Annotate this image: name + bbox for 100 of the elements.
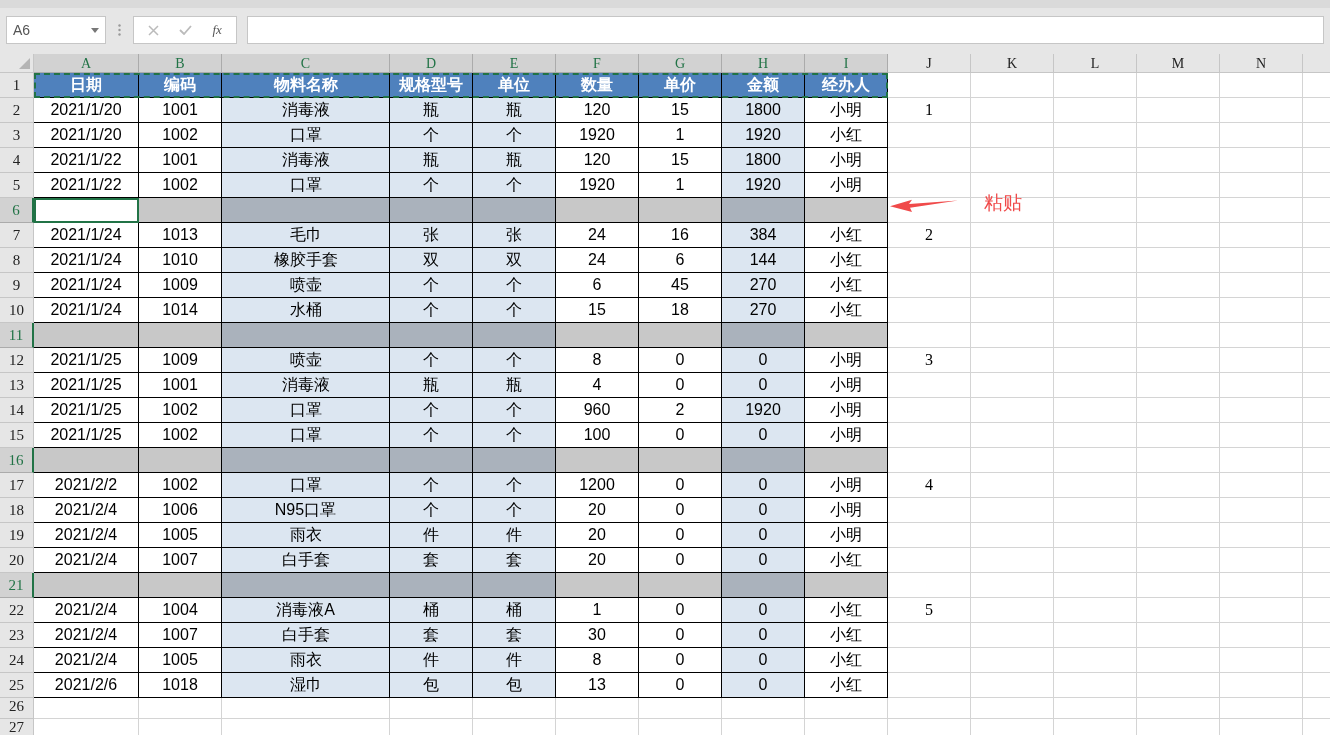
table-cell: 0 (639, 473, 722, 498)
row-number[interactable]: 17 (0, 473, 34, 498)
table-cell: 1800 (722, 148, 805, 173)
table-cell: 套 (473, 623, 556, 648)
table-cell: 小红 (805, 648, 888, 673)
table-cell: 20 (556, 523, 639, 548)
table-cell: 2 (888, 223, 971, 248)
column-letter[interactable]: K (971, 54, 1054, 73)
column-letter[interactable]: D (390, 54, 473, 73)
table-cell: 1004 (139, 598, 222, 623)
table-cell: 小明 (805, 173, 888, 198)
row-number[interactable]: 25 (0, 673, 34, 698)
table-cell: 1010 (139, 248, 222, 273)
column-letter[interactable]: B (139, 54, 222, 73)
row-number[interactable]: 13 (0, 373, 34, 398)
table-cell: 2021/2/4 (34, 598, 139, 623)
row-number[interactable]: 6 (0, 198, 34, 223)
table-cell: 个 (390, 498, 473, 523)
table-cell: 口罩 (222, 423, 390, 448)
table-cell: 0 (639, 423, 722, 448)
table-cell: 小红 (805, 598, 888, 623)
table-cell: 6 (556, 273, 639, 298)
table-cell: 包 (473, 673, 556, 698)
header-cell: 规格型号 (390, 73, 473, 98)
checkmark-icon[interactable] (179, 25, 193, 35)
table-cell: 个 (390, 398, 473, 423)
row-number[interactable]: 4 (0, 148, 34, 173)
column-letter[interactable]: H (722, 54, 805, 73)
row-number[interactable]: 8 (0, 248, 34, 273)
column-letter[interactable]: C (222, 54, 390, 73)
row-number[interactable]: 26 (0, 698, 34, 719)
row-number[interactable]: 9 (0, 273, 34, 298)
table-cell: 小明 (805, 423, 888, 448)
close-icon[interactable] (148, 24, 160, 36)
column-letter[interactable]: E (473, 54, 556, 73)
row-number[interactable]: 10 (0, 298, 34, 323)
table-cell: 1005 (139, 523, 222, 548)
table-cell: 270 (722, 298, 805, 323)
name-box[interactable]: A6 (6, 16, 106, 44)
row-number[interactable]: 3 (0, 123, 34, 148)
row-number[interactable]: 2 (0, 98, 34, 123)
column-letter[interactable]: J (888, 54, 971, 73)
table-cell: 1002 (139, 123, 222, 148)
table-cell: 1001 (139, 373, 222, 398)
table-cell: 消毒液A (222, 598, 390, 623)
table-cell: 1920 (556, 173, 639, 198)
row-number[interactable]: 18 (0, 498, 34, 523)
row-number[interactable]: 20 (0, 548, 34, 573)
table-cell: 张 (390, 223, 473, 248)
row-number[interactable]: 1 (0, 73, 34, 98)
row-number[interactable]: 15 (0, 423, 34, 448)
row-number[interactable]: 5 (0, 173, 34, 198)
table-cell: 8 (556, 648, 639, 673)
table-cell: 1007 (139, 548, 222, 573)
active-cell[interactable] (34, 198, 139, 223)
table-cell: 2 (639, 398, 722, 423)
row-number[interactable]: 14 (0, 398, 34, 423)
table-cell: 0 (722, 373, 805, 398)
table-cell: 套 (473, 548, 556, 573)
column-letter[interactable]: I (805, 54, 888, 73)
column-letter[interactable]: A (34, 54, 139, 73)
table-cell: 雨衣 (222, 523, 390, 548)
table-cell: 瓶 (390, 373, 473, 398)
row-number[interactable]: 12 (0, 348, 34, 373)
table-cell: 1002 (139, 398, 222, 423)
table-cell: 个 (390, 423, 473, 448)
table-cell: 2021/2/4 (34, 648, 139, 673)
table-cell: 小明 (805, 373, 888, 398)
row-number[interactable]: 11 (0, 323, 34, 348)
select-all-icon[interactable] (19, 58, 30, 69)
row-number[interactable]: 16 (0, 448, 34, 473)
table-cell: 5 (888, 598, 971, 623)
table-cell: 100 (556, 423, 639, 448)
row-number[interactable]: 19 (0, 523, 34, 548)
table-cell: 1002 (139, 473, 222, 498)
table-cell: 消毒液 (222, 148, 390, 173)
column-letter[interactable]: G (639, 54, 722, 73)
row-number[interactable]: 23 (0, 623, 34, 648)
table-cell: 0 (722, 548, 805, 573)
column-header[interactable] (1303, 54, 1330, 73)
header-cell: 经办人 (805, 73, 888, 98)
column-letter[interactable]: M (1137, 54, 1220, 73)
table-cell: 24 (556, 223, 639, 248)
formula-input[interactable] (247, 16, 1324, 44)
insert-function-button[interactable]: fx (212, 20, 222, 40)
row-number[interactable]: 24 (0, 648, 34, 673)
column-letter[interactable]: F (556, 54, 639, 73)
row-number[interactable]: 21 (0, 573, 34, 598)
table-cell: 2021/1/24 (34, 248, 139, 273)
column-letter[interactable]: L (1054, 54, 1137, 73)
row-number[interactable]: 7 (0, 223, 34, 248)
table-cell: 1009 (139, 273, 222, 298)
table-cell: 15 (639, 148, 722, 173)
table-cell: 小明 (805, 398, 888, 423)
table-cell: 120 (556, 98, 639, 123)
row-number[interactable]: 27 (0, 719, 34, 735)
table-cell: 个 (473, 273, 556, 298)
column-letter[interactable]: N (1220, 54, 1303, 73)
row-number[interactable]: 22 (0, 598, 34, 623)
table-cell: 2021/2/4 (34, 498, 139, 523)
